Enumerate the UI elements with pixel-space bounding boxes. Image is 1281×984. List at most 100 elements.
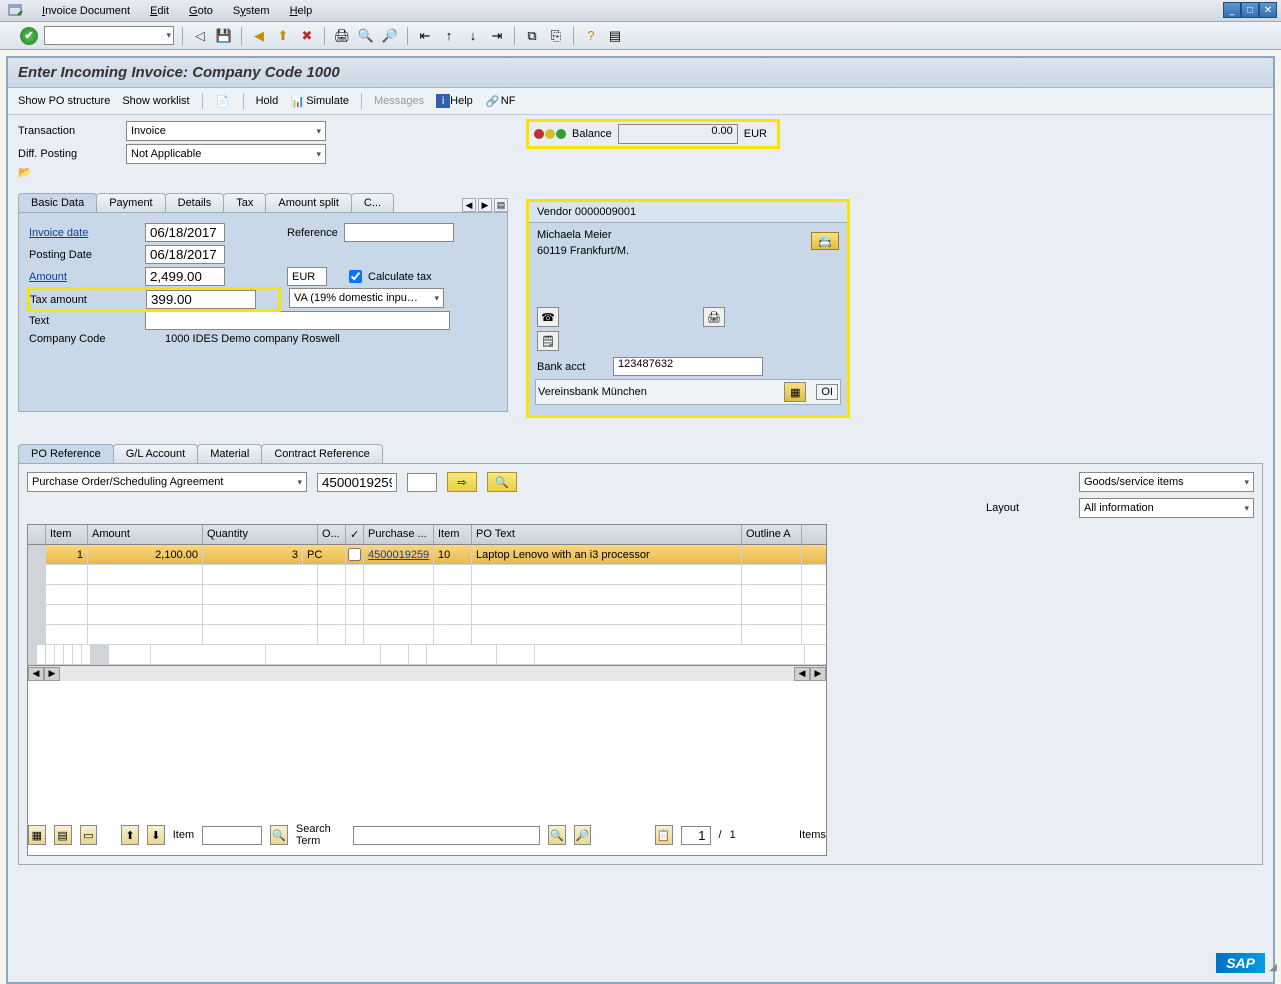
- tab-scroll-left-icon[interactable]: ◀: [462, 198, 476, 212]
- vendor-detail-button[interactable]: 📇: [811, 232, 839, 250]
- menu-goto[interactable]: Goto: [189, 5, 213, 17]
- delete-row-icon[interactable]: ▭: [80, 825, 98, 845]
- find-next2-icon[interactable]: 🔎: [574, 825, 592, 845]
- show-po-structure-button[interactable]: Show PO structure: [18, 95, 110, 107]
- tab-more[interactable]: C...: [351, 193, 394, 212]
- hold-button[interactable]: Hold: [256, 95, 279, 107]
- tab-material[interactable]: Material: [197, 444, 262, 463]
- next-page-icon[interactable]: ↓: [464, 27, 482, 45]
- tab-gl-account[interactable]: G/L Account: [113, 444, 199, 463]
- menu-system[interactable]: System: [233, 5, 270, 17]
- col-purchase[interactable]: Purchase ...: [364, 525, 434, 544]
- cancel-icon[interactable]: ✖: [298, 27, 316, 45]
- text-input[interactable]: [145, 311, 450, 330]
- tab-details[interactable]: Details: [165, 193, 225, 212]
- table-row[interactable]: [28, 565, 826, 585]
- last-page-icon[interactable]: ⇥: [488, 27, 506, 45]
- other-invoice-icon[interactable]: 📄: [215, 93, 231, 109]
- diff-posting-dropdown[interactable]: Not Applicable▾: [126, 144, 326, 164]
- amount-input[interactable]: [145, 267, 225, 286]
- row-flag-checkbox[interactable]: [348, 548, 361, 561]
- po-search-button[interactable]: 🔍: [487, 472, 517, 492]
- col-unit[interactable]: O...: [318, 525, 346, 544]
- tab-basic-data[interactable]: Basic Data: [18, 193, 97, 212]
- tab-contract-reference[interactable]: Contract Reference: [261, 444, 382, 463]
- help-button[interactable]: iHelp: [436, 94, 473, 108]
- col-amount[interactable]: Amount: [88, 525, 203, 544]
- amount-label[interactable]: Amount: [29, 271, 139, 283]
- col-flag[interactable]: ✓: [346, 525, 364, 544]
- resize-handle-icon[interactable]: ◢: [1269, 962, 1277, 973]
- invoice-date-input[interactable]: [145, 223, 225, 242]
- close-button[interactable]: ✕: [1259, 2, 1277, 18]
- save-icon[interactable]: 💾: [215, 27, 233, 45]
- help-icon[interactable]: ?: [582, 27, 600, 45]
- search-term-input[interactable]: [353, 826, 540, 845]
- table-row[interactable]: [28, 625, 826, 645]
- table-row[interactable]: [91, 645, 826, 665]
- po-link[interactable]: 4500019259: [368, 549, 429, 561]
- nf-button[interactable]: 🔗NF: [485, 93, 516, 109]
- currency-input[interactable]: EUR: [287, 267, 327, 286]
- col-po-text[interactable]: PO Text: [472, 525, 742, 544]
- col-item[interactable]: Item: [46, 525, 88, 544]
- bank-grid-icon[interactable]: ▦: [784, 382, 806, 402]
- reference-input[interactable]: [344, 223, 454, 242]
- minimize-button[interactable]: _: [1223, 2, 1241, 18]
- goods-service-dropdown[interactable]: Goods/service items▾: [1079, 472, 1254, 492]
- vendor-phone-icon[interactable]: ☎: [537, 307, 559, 327]
- shortcut-icon[interactable]: ⎘: [547, 27, 565, 45]
- tab-tax[interactable]: Tax: [223, 193, 266, 212]
- transaction-dropdown[interactable]: Invoice▾: [126, 121, 326, 141]
- po-item-input[interactable]: [407, 473, 437, 492]
- tab-po-reference[interactable]: PO Reference: [18, 444, 114, 463]
- exit-icon[interactable]: ⬆: [274, 27, 292, 45]
- table-body[interactable]: 1 2,100.00 3 PC 4500019259 10 Laptop Len…: [28, 545, 826, 815]
- tab-amount-split[interactable]: Amount split: [265, 193, 352, 212]
- layout-icon[interactable]: ▤: [606, 27, 624, 45]
- folder-toggle-icon[interactable]: 📂: [18, 166, 32, 179]
- sort-desc-icon[interactable]: ⬇: [147, 825, 165, 845]
- menu-invoice-document[interactable]: Invoice Document: [42, 5, 130, 17]
- col-quantity[interactable]: Quantity: [203, 525, 318, 544]
- find-icon[interactable]: 🔍: [548, 825, 566, 845]
- sort-asc-icon[interactable]: ⬆: [121, 825, 139, 845]
- app-menu-icon[interactable]: [8, 3, 24, 19]
- first-page-icon[interactable]: ⇤: [416, 27, 434, 45]
- find-icon[interactable]: 🔍: [357, 27, 375, 45]
- menu-edit[interactable]: Edit: [150, 5, 169, 17]
- page-current-input[interactable]: [681, 826, 711, 845]
- po-number-input[interactable]: [317, 473, 397, 492]
- prev-page-icon[interactable]: ↑: [440, 27, 458, 45]
- reference-type-dropdown[interactable]: Purchase Order/Scheduling Agreement▾: [27, 472, 307, 492]
- oi-button[interactable]: OI: [816, 384, 838, 400]
- scroll-right-icon[interactable]: ▶: [44, 667, 60, 681]
- show-worklist-button[interactable]: Show worklist: [122, 95, 189, 107]
- calculate-tax-checkbox[interactable]: [349, 270, 362, 283]
- table-row[interactable]: 1 2,100.00 3 PC 4500019259 10 Laptop Len…: [28, 545, 826, 565]
- tab-list-icon[interactable]: ▤: [494, 198, 508, 212]
- table-h-scrollbar[interactable]: ◀ ▶ ◀ ▶: [28, 665, 826, 681]
- tab-scroll-right-icon[interactable]: ▶: [478, 198, 492, 212]
- tax-amount-input[interactable]: [146, 290, 256, 309]
- back-icon[interactable]: ◁: [191, 27, 209, 45]
- po-go-button[interactable]: ⇨: [447, 472, 477, 492]
- create-session-icon[interactable]: ⧉: [523, 27, 541, 45]
- layout-dropdown[interactable]: All information▾: [1079, 498, 1254, 518]
- select-all-icon[interactable]: ▦: [28, 825, 46, 845]
- tab-payment[interactable]: Payment: [96, 193, 165, 212]
- col-po-item[interactable]: Item: [434, 525, 472, 544]
- back-nav-icon[interactable]: ◀: [250, 27, 268, 45]
- tax-code-dropdown[interactable]: VA (19% domestic inpu…▾: [289, 288, 444, 308]
- table-row[interactable]: [28, 585, 826, 605]
- scroll-right2-icon[interactable]: ▶: [810, 667, 826, 681]
- command-field[interactable]: ▾: [44, 26, 174, 45]
- invoice-date-label[interactable]: Invoice date: [29, 227, 139, 239]
- scroll-left2-icon[interactable]: ◀: [794, 667, 810, 681]
- menu-help[interactable]: Help: [290, 5, 313, 17]
- item-goto-input[interactable]: [202, 826, 262, 845]
- table-row[interactable]: [28, 645, 826, 665]
- vendor-calc-icon[interactable]: 🗒: [537, 331, 559, 351]
- vendor-print-icon[interactable]: 🖨: [703, 307, 725, 327]
- position-icon[interactable]: 📋: [655, 825, 673, 845]
